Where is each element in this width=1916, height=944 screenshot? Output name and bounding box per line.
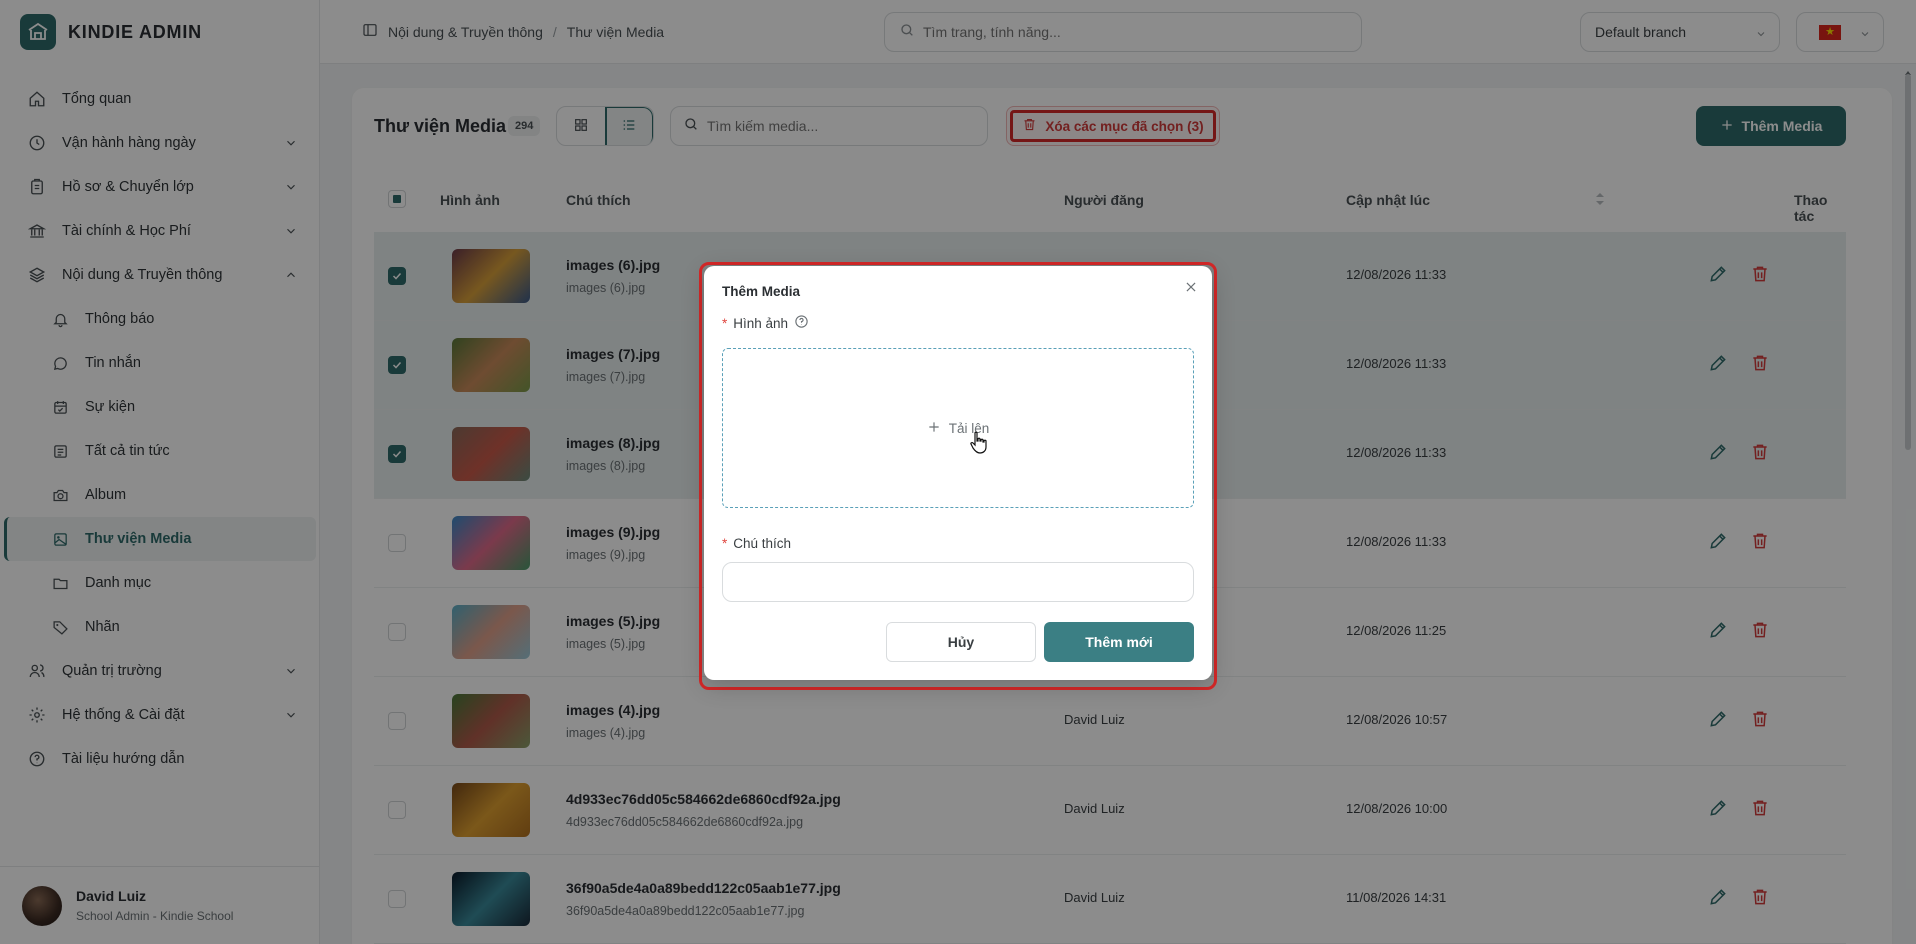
submit-button[interactable]: Thêm mới bbox=[1044, 622, 1194, 662]
caption-field-label: * Chú thích bbox=[722, 536, 791, 551]
close-icon[interactable] bbox=[1184, 280, 1198, 299]
required-marker: * bbox=[722, 315, 728, 331]
plus-icon bbox=[927, 420, 941, 437]
image-label-text: Hình ảnh bbox=[733, 315, 789, 331]
required-marker: * bbox=[722, 536, 728, 551]
image-field-label: * Hình ảnh bbox=[722, 314, 809, 332]
upload-dropzone[interactable]: Tải lên bbox=[722, 348, 1194, 508]
modal-title: Thêm Media bbox=[722, 284, 801, 299]
caption-input[interactable] bbox=[722, 562, 1194, 602]
cancel-button[interactable]: Hủy bbox=[886, 622, 1036, 662]
caption-label-text: Chú thích bbox=[733, 536, 792, 551]
help-icon[interactable] bbox=[794, 314, 809, 332]
add-media-modal: Thêm Media * Hình ảnh Tải lên * Chú thíc… bbox=[704, 266, 1212, 680]
hand-cursor-icon bbox=[969, 431, 989, 460]
